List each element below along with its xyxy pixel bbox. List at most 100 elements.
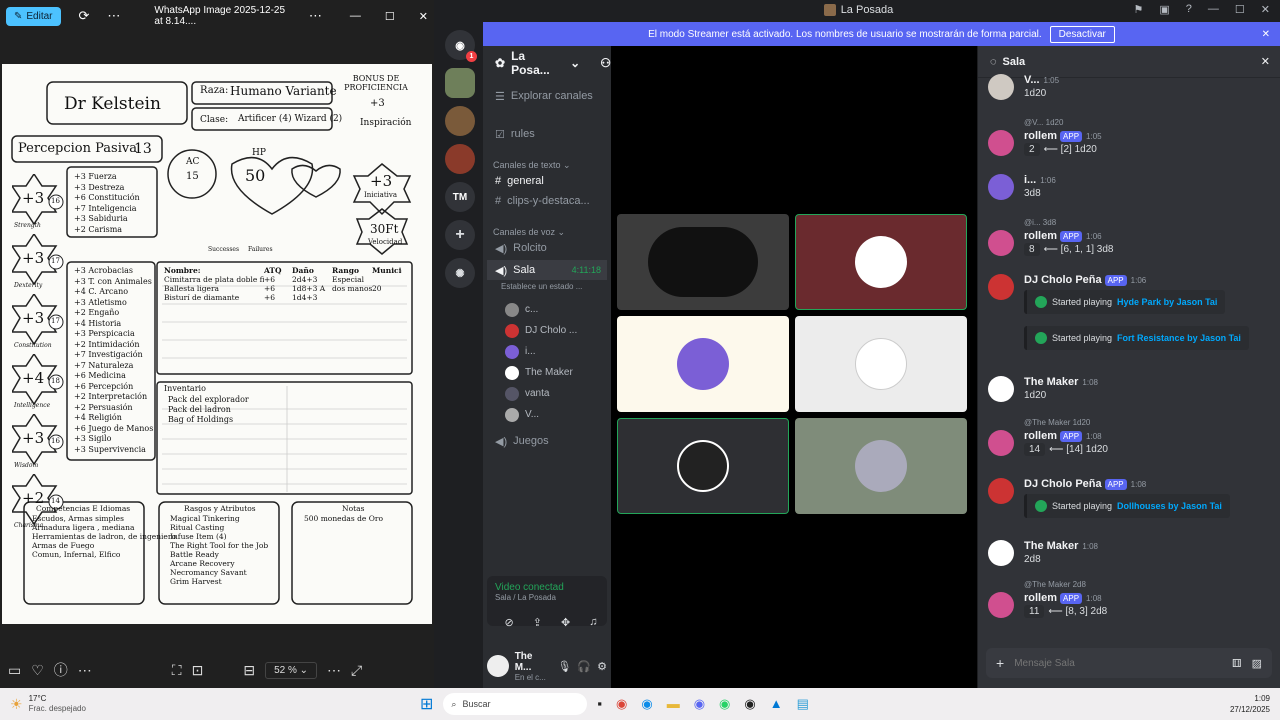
notepad-icon[interactable]: ▤ [797, 696, 809, 712]
voice-location[interactable]: Sala / La Posada [495, 593, 599, 602]
voice-member[interactable]: V... [483, 404, 611, 425]
crop-icon[interactable]: ⛶ [172, 662, 182, 679]
track-link[interactable]: Dollhouses by Jason Tai [1117, 501, 1222, 511]
message-avatar[interactable] [988, 130, 1014, 156]
gift-icon[interactable]: ⚅ [1232, 657, 1242, 670]
voice-member[interactable]: c... [483, 299, 611, 320]
camera-off-icon[interactable]: ⊘ [505, 616, 514, 629]
fullscreen-icon[interactable]: ⤢ [351, 662, 362, 679]
message-username[interactable]: i... [1024, 174, 1036, 186]
window-maximize-icon[interactable]: ☐ [1235, 3, 1245, 16]
more-options-icon[interactable]: ⋯ [78, 662, 92, 679]
server-3[interactable] [445, 144, 475, 174]
file-explorer-icon[interactable]: ▬ [667, 696, 680, 712]
video-tile-cat[interactable] [617, 214, 789, 310]
message-avatar[interactable] [988, 592, 1014, 618]
channel-clips[interactable]: # clips-y-destaca... [483, 191, 611, 211]
channel-rules[interactable]: ☑ rules [483, 124, 611, 144]
more-icon[interactable]: ⋯ [107, 8, 120, 24]
close-icon[interactable]: ✕ [419, 10, 428, 23]
message-username[interactable]: rollem [1024, 592, 1057, 604]
user-avatar[interactable] [487, 655, 509, 677]
app-icon-7[interactable]: ◉ [744, 696, 755, 712]
message-avatar[interactable] [988, 174, 1014, 200]
message-avatar[interactable] [988, 274, 1014, 300]
message-avatar[interactable] [988, 478, 1014, 504]
message-username[interactable]: The Maker [1024, 376, 1078, 388]
message-username[interactable]: DJ Cholo Peña [1024, 478, 1102, 490]
windows-start-icon[interactable]: ⊞ [420, 694, 433, 714]
actual-size-icon[interactable]: ⊟ [243, 662, 255, 679]
message-username[interactable]: V... [1024, 74, 1040, 86]
voice-member[interactable]: The Maker [483, 362, 611, 383]
voice-member[interactable]: DJ Cholo ... [483, 320, 611, 341]
voice-member[interactable]: i... [483, 341, 611, 362]
microphone-icon[interactable]: 🎙 [557, 660, 571, 673]
discord-taskbar-icon[interactable]: ◉ [694, 696, 705, 712]
server-header[interactable]: ✿ La Posa... ⌄ ⚇ [483, 46, 611, 80]
screen-share-icon[interactable]: ⇪ [533, 616, 542, 629]
message-avatar[interactable] [988, 230, 1014, 256]
video-tile-2[interactable] [795, 214, 967, 310]
text-category[interactable]: Canales de texto ⌄ [483, 160, 611, 171]
message-avatar[interactable] [988, 376, 1014, 402]
file-more-icon[interactable]: ⋯ [309, 8, 322, 24]
zoom-select[interactable]: 52 % ⌄ [265, 661, 318, 679]
activities-icon[interactable]: ✥ [561, 616, 570, 629]
soundboard-icon[interactable]: ♫ [589, 616, 597, 629]
task-view-icon[interactable]: ▪ [597, 696, 602, 712]
server-tm[interactable]: TM [445, 182, 475, 212]
message-username[interactable]: The Maker [1024, 540, 1078, 552]
message-avatar[interactable] [988, 430, 1014, 456]
settings-icon[interactable]: ⚙ [597, 660, 607, 673]
discord-home-icon[interactable]: ◉ 1 [445, 30, 477, 62]
disable-streamer-button[interactable]: Desactivar [1049, 25, 1115, 43]
message-username[interactable]: DJ Cholo Peña [1024, 274, 1102, 286]
video-tile-4[interactable] [795, 316, 967, 412]
rotate-icon[interactable]: ⟳ [79, 8, 90, 24]
image-icon[interactable]: ▨ [1252, 657, 1262, 670]
banner-close-icon[interactable]: ✕ [1262, 29, 1270, 40]
message-username[interactable]: rollem [1024, 230, 1057, 242]
fit-icon[interactable]: ⊡ [192, 662, 204, 679]
reply-preview[interactable]: @V... 1d20 [1024, 118, 1063, 127]
screen-icon[interactable]: ▣ [1159, 3, 1169, 16]
maximize-icon[interactable]: ☐ [385, 10, 395, 23]
minimize-icon[interactable]: — [350, 10, 361, 22]
message-avatar[interactable] [988, 74, 1014, 100]
add-server-icon[interactable]: + [445, 220, 475, 250]
window-close-icon[interactable]: ✕ [1261, 3, 1270, 16]
reply-preview[interactable]: @The Maker 1d20 [1024, 418, 1090, 427]
weather-widget[interactable]: ☀ 17°C Frac. despejado [0, 694, 140, 714]
voice-sala[interactable]: ◀) Sala 4:11:18 [487, 260, 607, 280]
info-icon[interactable]: ⓘ [54, 660, 68, 680]
add-attachment-icon[interactable]: + [996, 655, 1004, 671]
help-icon[interactable]: ? [1186, 3, 1192, 16]
chat-close-icon[interactable]: ✕ [1261, 55, 1270, 68]
voice-category[interactable]: Canales de voz ⌄ [483, 227, 611, 238]
chrome-icon[interactable]: ◉ [616, 696, 627, 712]
whatsapp-icon[interactable]: ◉ [719, 696, 730, 712]
voice-rolcito[interactable]: ◀) Rolcito [483, 238, 611, 258]
inbox-icon[interactable]: ⚑ [1134, 3, 1144, 16]
filmstrip-icon[interactable]: ▭ [8, 662, 21, 679]
taskbar-search[interactable]: ⌕ Buscar [443, 693, 588, 715]
video-tile-5[interactable] [617, 418, 789, 514]
message-input[interactable] [1014, 657, 1223, 669]
reply-preview[interactable]: @i... 3d8 [1024, 218, 1056, 227]
server-la-posada[interactable] [445, 68, 475, 98]
channel-general[interactable]: # general [483, 171, 611, 191]
zoom-more-icon[interactable]: ⋯ [327, 662, 341, 679]
headphones-icon[interactable]: 🎧 [577, 660, 591, 673]
clock[interactable]: 1:09 27/12/2025 [1230, 693, 1270, 715]
voice-member[interactable]: vanta [483, 383, 611, 404]
photos-icon[interactable]: ▲ [770, 696, 783, 712]
server-2[interactable] [445, 106, 475, 136]
track-link[interactable]: Fort Resistance by Jason Tai [1117, 333, 1241, 343]
explore-channels[interactable]: ☰ Explorar canales [483, 86, 611, 106]
edge-icon[interactable]: ◉ [641, 696, 652, 712]
message-username[interactable]: rollem [1024, 430, 1057, 442]
voice-juegos[interactable]: ◀) Juegos [483, 431, 611, 451]
edit-button[interactable]: ✎ Editar [6, 6, 61, 26]
video-tile-3[interactable] [617, 316, 789, 412]
